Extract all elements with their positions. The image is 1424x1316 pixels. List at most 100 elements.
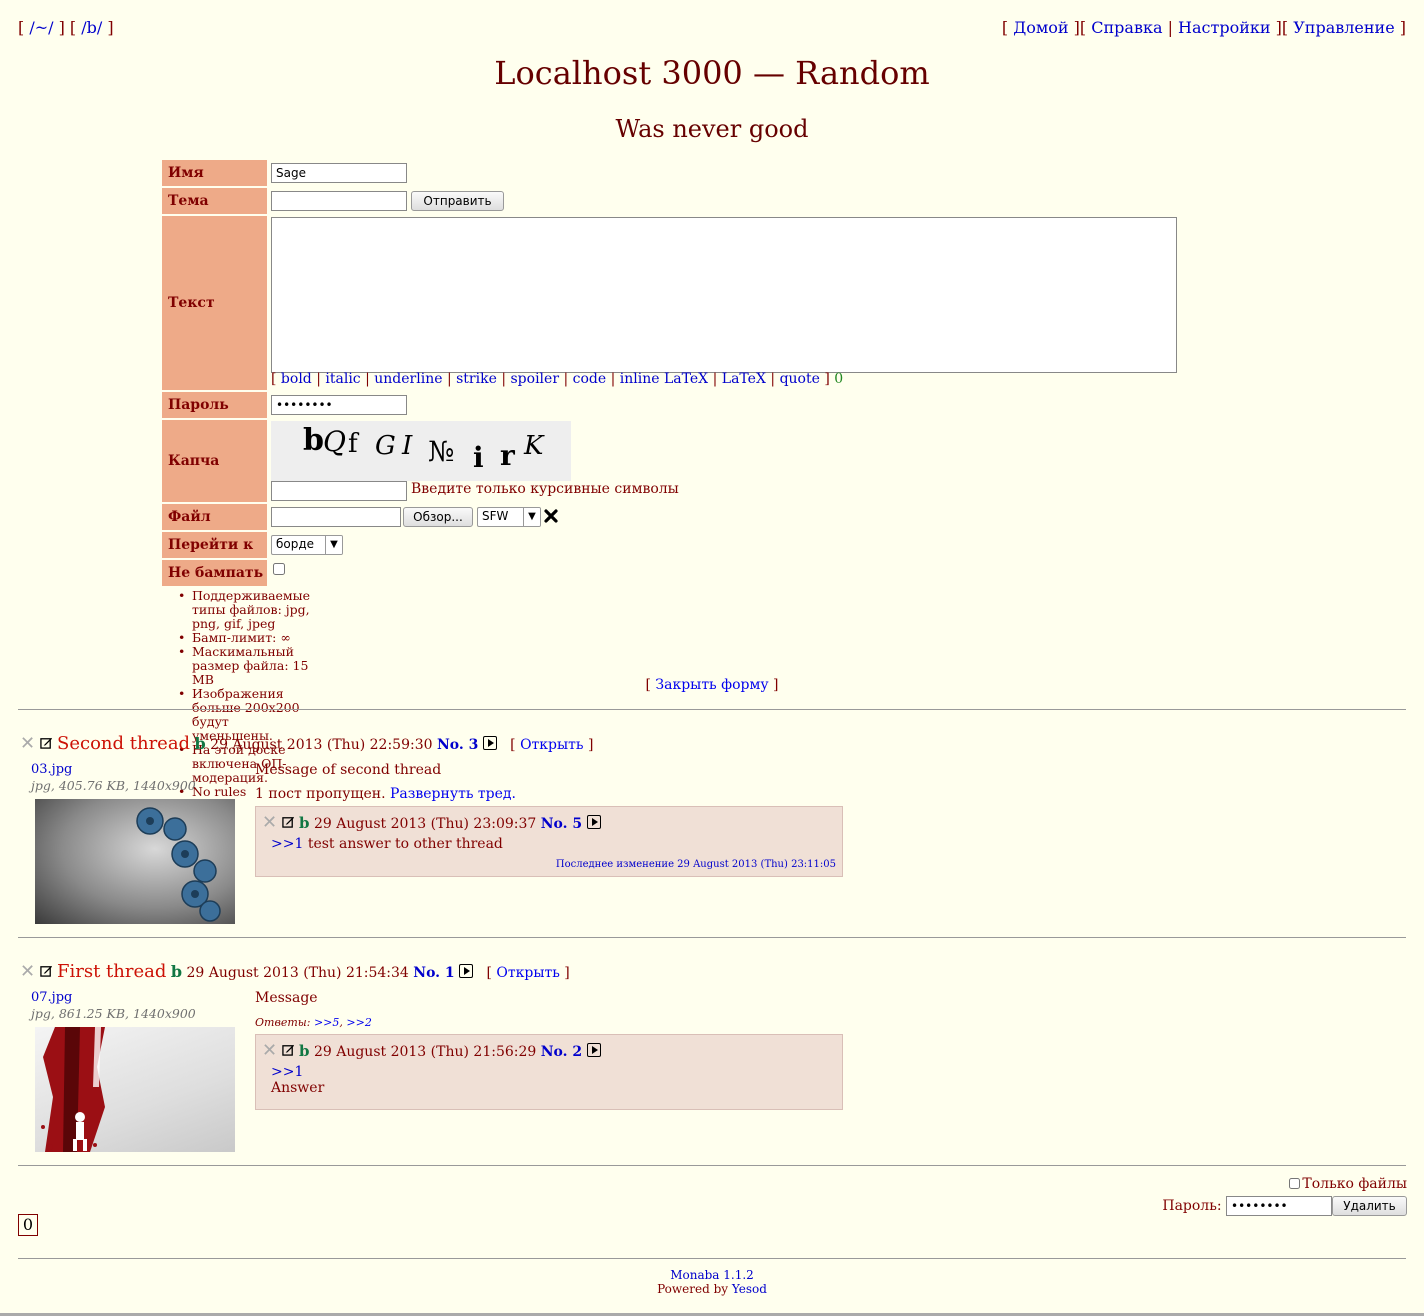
close-form-link[interactable]: Закрыть форму (655, 677, 768, 693)
chevron-down-icon: ▼ (523, 508, 540, 526)
omitted-count: 1 пост пропущен. (255, 786, 386, 802)
browse-button[interactable]: Обзор... (403, 507, 473, 527)
post-number[interactable]: No. 3 (437, 737, 478, 753)
post-date: 29 August 2013 (Thu) 21:56:29 (313, 1044, 537, 1060)
name-input[interactable] (271, 163, 407, 183)
play-icon[interactable] (482, 736, 497, 750)
play-icon[interactable] (586, 1043, 601, 1057)
board-tag: b (299, 1042, 310, 1060)
delete-form: Только файлы Пароль: Удалить (1162, 1176, 1407, 1216)
captcha-char: Q (323, 425, 346, 458)
subject-label: Тема (162, 188, 267, 214)
name-label: Имя (162, 160, 267, 186)
answer-link[interactable]: >>5 (314, 1016, 339, 1029)
page-number-current[interactable]: 0 (18, 1214, 38, 1236)
markup-inline-latex-button[interactable]: inline LaTeX (620, 371, 708, 387)
nav-admin-link[interactable]: Управление (1293, 18, 1394, 37)
markup-strike-button[interactable]: strike (456, 371, 497, 387)
post-message: Message (255, 990, 318, 1006)
board-link-b[interactable]: /b/ (81, 18, 102, 37)
delete-icon[interactable]: ✕ (20, 961, 35, 982)
goto-select[interactable]: борде ▼ (271, 535, 343, 555)
post-date: 29 August 2013 (Thu) 23:09:37 (313, 816, 537, 832)
thread-subject: Second thread (57, 733, 191, 754)
board-link-tilde[interactable]: /~/ (29, 18, 53, 37)
engine-link[interactable]: Monaba 1.1.2 (670, 1268, 754, 1282)
expand-thread-link[interactable]: Развернуть тред. (390, 786, 516, 802)
divider (18, 1258, 1406, 1259)
captcha-char: G (375, 431, 396, 461)
quote-link[interactable]: >>1 (271, 836, 303, 852)
captcha-hint: Введите только курсивные символы (411, 481, 679, 497)
delete-password-input[interactable] (1226, 1196, 1332, 1216)
file-link[interactable]: 07.jpg (31, 990, 72, 1005)
markup-underline-button[interactable]: underline (374, 371, 442, 387)
markup-latex-button[interactable]: LaTeX (722, 371, 766, 387)
delete-icon[interactable]: ✕ (262, 1040, 277, 1061)
nobump-label: Не бампать (162, 560, 267, 586)
nav-help-link[interactable]: Справка (1091, 18, 1162, 37)
rule-item: Поддерживаемые типы файлов: jpg, png, gi… (178, 589, 310, 631)
char-counter: 0 (834, 371, 844, 387)
captcha-char: f (348, 429, 358, 459)
post-number[interactable]: No. 2 (541, 1044, 582, 1060)
submit-button[interactable]: Отправить (411, 191, 504, 211)
markup-quote-button[interactable]: quote (780, 371, 820, 387)
text-label: Текст (162, 216, 267, 390)
open-thread-link[interactable]: Открыть (496, 965, 559, 981)
post-number[interactable]: No. 1 (413, 965, 454, 981)
footer: Monaba 1.1.2 Powered by Yesod (0, 1268, 1424, 1296)
post-number[interactable]: No. 5 (541, 816, 582, 832)
edit-icon[interactable] (281, 815, 295, 828)
edit-icon[interactable] (281, 1043, 295, 1056)
last-modified: Последнее изменение 29 August 2013 (Thu)… (555, 859, 836, 870)
divider (18, 937, 1406, 938)
file-label: Файл (162, 504, 267, 530)
op-header: ✕ Second thread b 29 August 2013 (Thu) 2… (20, 733, 594, 754)
password-input[interactable] (271, 395, 407, 415)
delete-icon[interactable]: ✕ (262, 812, 277, 833)
markup-toolbar: [ bold | italic | underline | strike | s… (271, 371, 844, 387)
nav-home-link[interactable]: Домой (1013, 18, 1068, 37)
remove-file-icon[interactable] (544, 509, 558, 523)
answers-list: Ответы: >>5, >>2 (255, 1016, 372, 1029)
answer-link[interactable]: >>2 (346, 1016, 371, 1029)
site-nav: [ Домой ][ Справка | Настройки ][ Управл… (1001, 18, 1406, 37)
powered-by-label: Powered by (657, 1282, 729, 1296)
markup-spoiler-button[interactable]: spoiler (511, 371, 560, 387)
thumbnail-image[interactable] (35, 799, 235, 924)
goto-label: Перейти к (162, 532, 267, 558)
file-input[interactable] (271, 507, 401, 527)
edit-icon[interactable] (39, 736, 53, 749)
file-link[interactable]: 03.jpg (31, 762, 72, 777)
only-files-checkbox[interactable] (1289, 1178, 1301, 1189)
markup-bold-button[interactable]: bold (281, 371, 312, 387)
thumbnail-image[interactable] (35, 1027, 235, 1152)
page-subtitle: Was never good (615, 115, 809, 143)
captcha-label: Капча (162, 420, 267, 502)
framework-link[interactable]: Yesod (732, 1282, 767, 1296)
board-tag: b (299, 814, 310, 832)
edit-icon[interactable] (39, 964, 53, 977)
nav-settings-link[interactable]: Настройки (1178, 18, 1271, 37)
markup-code-button[interactable]: code (573, 371, 607, 387)
captcha-input[interactable] (271, 481, 407, 501)
delete-button[interactable]: Удалить (1332, 1196, 1407, 1216)
delete-icon[interactable]: ✕ (20, 733, 35, 754)
subject-input[interactable] (271, 191, 407, 211)
captcha-char: K (524, 431, 544, 461)
file-info: jpg, 861.25 KB, 1440x900 (31, 1006, 196, 1021)
only-files-row: Только файлы (1162, 1176, 1407, 1196)
nobump-checkbox[interactable] (273, 563, 285, 575)
page-title: Localhost 3000 — Random (494, 54, 930, 92)
message-textarea[interactable] (271, 217, 1177, 373)
reply-message: >>1 Answer (271, 1064, 324, 1096)
reply-post: ✕ b 29 August 2013 (Thu) 23:09:37 No. 5 … (255, 806, 843, 877)
play-icon[interactable] (459, 964, 474, 978)
open-thread-link[interactable]: Открыть (520, 737, 583, 753)
rating-select[interactable]: SFW ▼ (477, 507, 541, 527)
quote-link[interactable]: >>1 (271, 1064, 303, 1080)
markup-italic-button[interactable]: italic (325, 371, 360, 387)
reply-text: test answer to other thread (307, 836, 503, 852)
play-icon[interactable] (586, 815, 601, 829)
